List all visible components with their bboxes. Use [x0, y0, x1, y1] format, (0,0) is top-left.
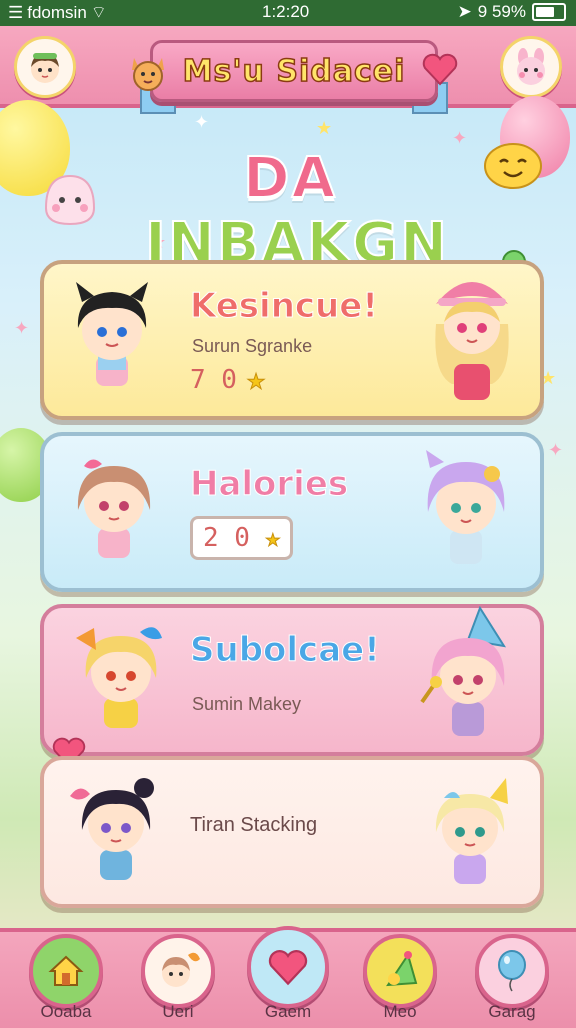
star-icon: ★: [246, 362, 266, 398]
battery-level: 9 59%: [477, 2, 526, 21]
nav-item-game[interactable]: Gaem: [238, 926, 338, 1028]
status-bar: ☰ fdomsin ⌔ 1:2:20 ➤ 9 59%: [0, 0, 576, 26]
character-icon[interactable]: [141, 934, 215, 1008]
chibi-boy-icon: [31, 53, 59, 83]
balloon-icon[interactable]: [475, 934, 549, 1008]
chibi-blonde-cat-ears-icon: [420, 774, 520, 894]
mode-card[interactable]: Kesincue! Surun Sgranke 7 0 ★: [40, 260, 544, 420]
settings-avatar[interactable]: [500, 36, 562, 98]
score-value: 2 0: [203, 523, 250, 553]
card-score: 7 0 ★: [190, 362, 266, 398]
card-subtitle: Tiran Stacking: [190, 814, 318, 836]
nav-label: Meo: [383, 1002, 417, 1021]
mode-card[interactable]: Tiran Stacking: [40, 756, 544, 908]
chibi-dark-hair-icon: [62, 278, 162, 398]
score-box: 2 0 ★: [190, 516, 294, 560]
nav-label: Garag: [488, 1002, 536, 1021]
battery-icon: [532, 3, 566, 21]
header: Ms'u Sidacei: [0, 26, 576, 114]
mode-card[interactable]: Subolcae! Sumin Makey: [40, 604, 544, 756]
nav-label: Gaem: [264, 1002, 312, 1021]
chibi-blonde-bow-icon: [66, 618, 166, 738]
game-title: Ms'u Sidacei: [182, 53, 406, 90]
nav-label: Ooaba: [40, 1002, 92, 1021]
sparkle-icon: ✦: [194, 112, 210, 133]
status-time: 1:2:20: [262, 2, 310, 21]
heart-badge-icon: [422, 52, 458, 90]
heart-icon[interactable]: [247, 926, 329, 1008]
location-icon: ➤: [457, 2, 472, 21]
fox-mascot-icon: [128, 50, 168, 102]
star-icon: ★: [265, 524, 281, 553]
profile-avatar[interactable]: [14, 36, 76, 98]
chibi-lavender-hair-icon: [416, 448, 516, 568]
nav-label: Ueri: [162, 1002, 194, 1021]
sparkle-icon: ★: [316, 118, 333, 139]
sparkle-icon: ✦: [14, 318, 30, 339]
bottom-nav: Ooaba Ueri Gaem Meo Garag: [0, 926, 576, 1028]
card-title: Kesincue!: [190, 286, 379, 327]
chibi-pink-party-hat-icon: [418, 605, 518, 736]
banner-title: DA INBAKGN: [110, 145, 470, 277]
card-title: Halories: [189, 464, 349, 505]
title-ribbon: Ms'u Sidacei: [150, 40, 438, 102]
card-subtitle: Sumin Makey: [192, 694, 302, 714]
nav-item-characters[interactable]: Ueri: [128, 932, 228, 1028]
mode-card[interactable]: Halories 2 0 ★: [40, 432, 544, 592]
party-hat-icon[interactable]: [363, 934, 437, 1008]
chibi-blonde-hat-icon: [422, 264, 522, 400]
sparkle-icon: ✦: [548, 440, 564, 461]
chibi-brown-hair-icon: [64, 450, 164, 570]
nav-item-garage[interactable]: Garag: [462, 932, 562, 1028]
notification-icon: ☰: [8, 2, 24, 22]
house-icon[interactable]: [29, 934, 103, 1008]
card-score: 2 0 ★: [190, 516, 294, 560]
nav-item-party[interactable]: Meo: [350, 932, 450, 1028]
card-title: Subolcae!: [190, 630, 381, 671]
wifi-icon: ⌔: [90, 3, 107, 22]
smiley-mascot-icon: [480, 132, 546, 196]
ghost-mascot-icon: [38, 168, 102, 236]
banner-title-part1: DA: [242, 145, 337, 212]
status-app-name: fdomsin: [27, 2, 87, 22]
pink-bunny-icon: [517, 48, 545, 85]
card-subtitle: Surun Sgranke: [192, 336, 313, 356]
nav-item-home[interactable]: Ooaba: [16, 932, 116, 1028]
chibi-black-bun-icon: [66, 772, 166, 892]
score-value: 7 0: [190, 364, 237, 395]
